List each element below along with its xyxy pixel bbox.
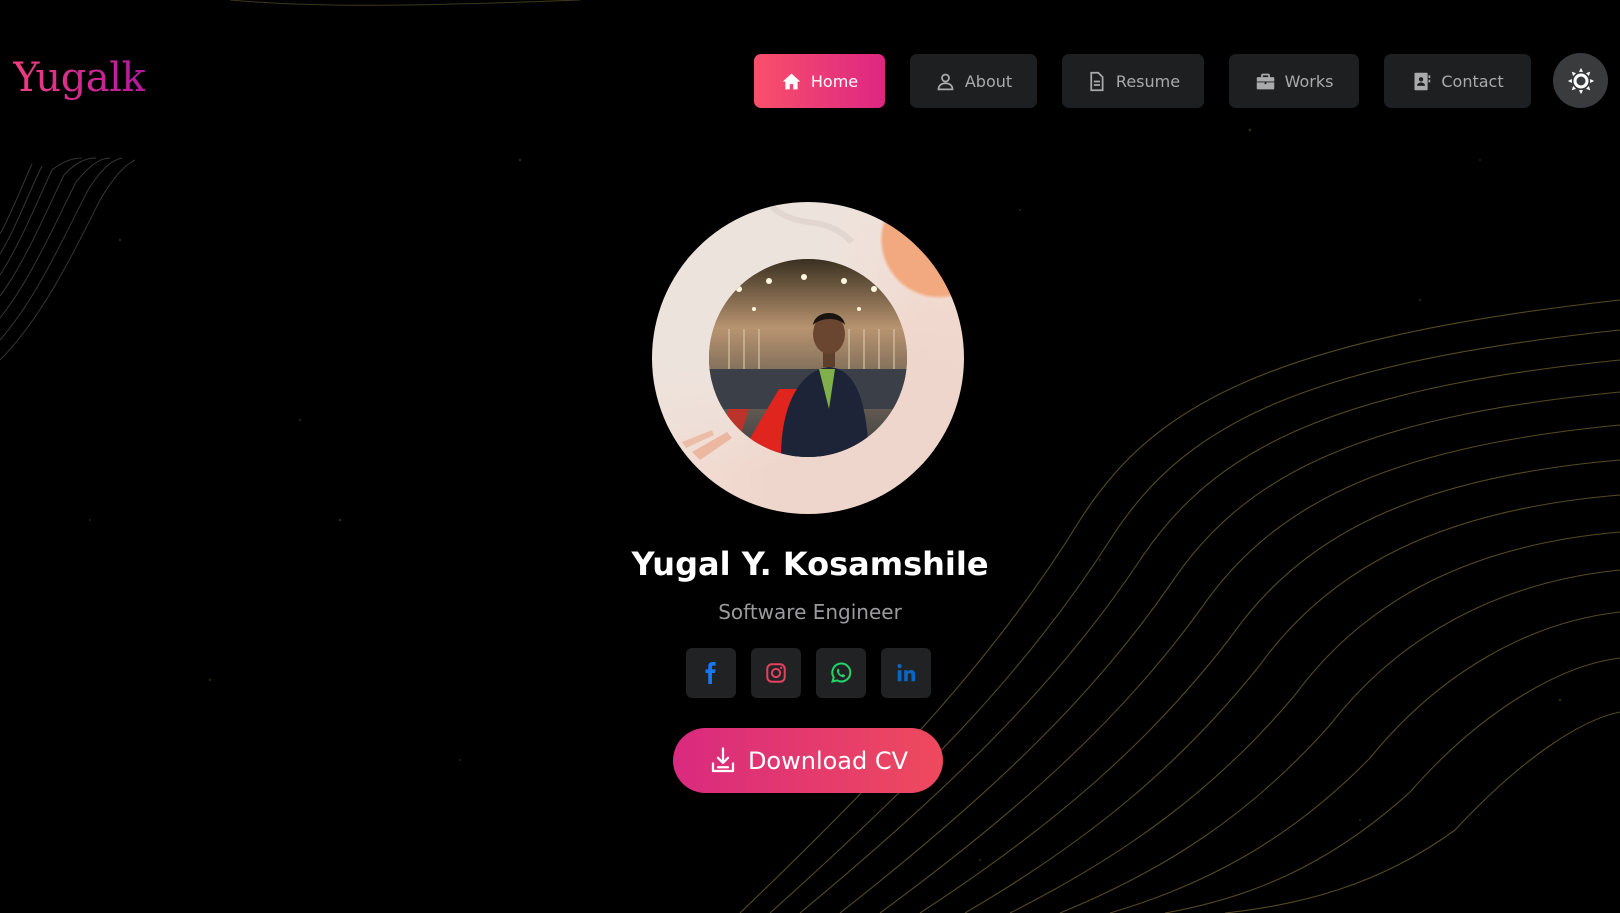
whatsapp-icon: [831, 662, 852, 683]
user-icon: [937, 73, 954, 90]
facebook-link[interactable]: [686, 648, 736, 698]
briefcase-icon: [1256, 73, 1274, 89]
profile-name: Yugal Y. Kosamshile: [631, 545, 989, 583]
nav-home-label: Home: [810, 71, 859, 91]
download-cv-label: Download CV: [747, 746, 909, 775]
profile-avatar: [652, 202, 964, 514]
nav-resume-button[interactable]: Resume: [1062, 54, 1204, 108]
nav-contact-button[interactable]: Contact: [1384, 54, 1531, 108]
nav-works-button[interactable]: Works: [1229, 54, 1359, 108]
nav-resume-label: Resume: [1115, 71, 1181, 91]
nav-home-button[interactable]: Home: [754, 54, 885, 108]
site-logo[interactable]: Yugalk: [13, 55, 146, 101]
theme-toggle-button[interactable]: [1553, 53, 1608, 108]
facebook-icon: [705, 662, 716, 684]
profile-role: Software Engineer: [718, 600, 902, 624]
nav-contact-label: Contact: [1441, 71, 1504, 91]
instagram-icon: [766, 663, 786, 683]
whatsapp-link[interactable]: [816, 648, 866, 698]
nav-works-label: Works: [1284, 71, 1334, 91]
document-icon: [1090, 71, 1104, 91]
linkedin-icon: [897, 664, 916, 682]
linkedin-link[interactable]: [881, 648, 931, 698]
download-icon: [711, 746, 735, 772]
nav-about-label: About: [964, 71, 1013, 91]
download-cv-button[interactable]: Download CV: [673, 728, 943, 793]
nav-about-button[interactable]: About: [910, 54, 1037, 108]
profile-photo: [709, 259, 907, 457]
contact-card-icon: [1414, 72, 1431, 90]
instagram-link[interactable]: [751, 648, 801, 698]
sun-icon: [1567, 67, 1594, 94]
home-icon: [782, 73, 801, 89]
